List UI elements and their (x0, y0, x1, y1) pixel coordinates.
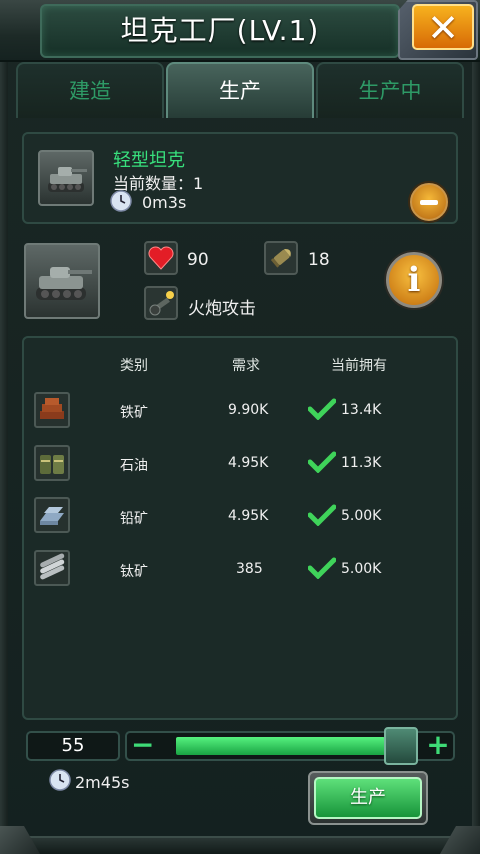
remove-queue-button[interactable] (410, 183, 448, 221)
left-rail (0, 62, 8, 836)
unit-info-button[interactable]: i (386, 252, 442, 308)
quantity-input[interactable]: 55 (26, 731, 120, 761)
iron-ore-icon (34, 392, 70, 428)
row-type: 钛矿 (120, 564, 148, 580)
check-icon (308, 557, 336, 579)
requirements-panel (22, 336, 458, 720)
window-title: 坦克工厂(LV.1) (120, 14, 320, 47)
row-have: 5.00K (341, 561, 382, 577)
tab-produce[interactable]: 生产 (166, 62, 314, 118)
shell-icon (264, 241, 298, 275)
bottom-frame (0, 836, 480, 854)
close-icon: ✕ (427, 6, 459, 50)
light-tank-icon (36, 267, 92, 300)
heart-icon (144, 241, 178, 275)
decrease-button[interactable]: − (131, 731, 154, 761)
unit-attack: 18 (308, 250, 330, 270)
slider-fill (176, 737, 385, 755)
titanium-ore-icon (34, 550, 70, 586)
header-need: 需求 (232, 358, 260, 374)
right-rail (472, 62, 480, 836)
info-icon: i (407, 260, 421, 300)
close-button[interactable]: ✕ (412, 4, 474, 50)
row-have: 13.4K (341, 402, 382, 418)
light-tank-icon (38, 150, 94, 206)
lead-ore-icon (34, 497, 70, 533)
queue-unit-time: 0m3s (142, 193, 187, 212)
increase-button[interactable]: + (426, 731, 450, 761)
row-need: 4.95K (228, 508, 269, 524)
row-have: 5.00K (341, 508, 382, 524)
total-build-time: 2m45s (75, 773, 130, 792)
row-need: 385 (236, 561, 263, 577)
header-have: 当前拥有 (331, 358, 387, 374)
row-need: 9.90K (228, 402, 269, 418)
unit-hp: 90 (187, 250, 209, 270)
check-icon (308, 398, 336, 420)
tab-producing[interactable]: 生产中 (316, 62, 464, 118)
header-type: 类别 (120, 358, 148, 374)
clock-icon (49, 769, 71, 791)
unit-attack-type: 火炮攻击 (188, 299, 256, 319)
queue-unit-name: 轻型坦克 (113, 150, 185, 171)
oil-icon (34, 445, 70, 481)
slider-handle[interactable] (384, 727, 418, 765)
row-type: 铅矿 (120, 511, 148, 527)
produce-button[interactable]: 生产 (314, 777, 422, 819)
check-icon (308, 504, 336, 526)
row-have: 11.3K (341, 455, 382, 471)
clock-icon (110, 190, 132, 212)
row-type: 石油 (120, 458, 148, 474)
row-type: 铁矿 (120, 405, 148, 421)
cannon-icon (144, 286, 178, 320)
row-need: 4.95K (228, 455, 269, 471)
check-icon (308, 451, 336, 473)
unit-portrait (24, 243, 100, 319)
tab-build[interactable]: 建造 (16, 62, 164, 118)
